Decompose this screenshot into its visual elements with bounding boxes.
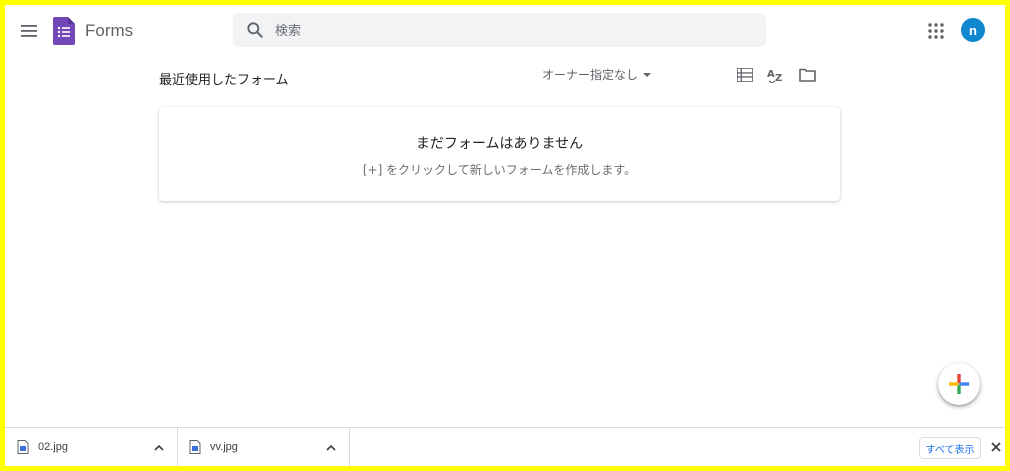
plus-icon xyxy=(949,374,969,394)
download-bar: 02.jpg vv.jpg すべて表示 xyxy=(5,427,1005,466)
hamburger-menu-icon[interactable] xyxy=(17,19,41,43)
svg-text:A: A xyxy=(767,69,775,80)
app-title[interactable]: Forms xyxy=(85,21,133,41)
owner-filter-label: オーナー指定なし xyxy=(542,68,639,82)
image-file-icon xyxy=(189,440,201,454)
dropdown-arrow-icon xyxy=(643,72,652,77)
owner-filter-dropdown[interactable]: オーナー指定なし xyxy=(542,66,652,83)
svg-text:Z: Z xyxy=(775,73,782,83)
app-window: Forms n 最近使用したフォーム オーナー指定なし xyxy=(5,5,1005,466)
image-file-icon xyxy=(17,440,29,454)
empty-state-card: まだフォームはありません [+] をクリックして新しいフォームを作成します。 xyxy=(159,107,840,201)
download-file-name: 02.jpg xyxy=(38,441,68,453)
account-avatar[interactable]: n xyxy=(961,18,985,42)
chevron-up-icon[interactable] xyxy=(325,442,337,454)
forms-logo-icon[interactable] xyxy=(53,17,75,50)
download-file-name: vv.jpg xyxy=(210,441,238,453)
list-view-icon[interactable] xyxy=(735,65,755,85)
apps-grid-icon[interactable] xyxy=(926,21,946,41)
download-item[interactable]: vv.jpg xyxy=(177,428,350,466)
create-form-button[interactable] xyxy=(938,363,980,405)
folder-icon[interactable] xyxy=(797,65,817,85)
search-icon[interactable] xyxy=(245,20,265,40)
sort-az-icon[interactable]: A Z xyxy=(766,65,786,85)
show-all-downloads-button[interactable]: すべて表示 xyxy=(919,437,981,459)
chevron-up-icon[interactable] xyxy=(153,442,165,454)
empty-state-subtitle: [+] をクリックして新しいフォームを作成します。 xyxy=(362,163,637,177)
close-icon[interactable] xyxy=(990,441,1002,453)
section-title: 最近使用したフォーム xyxy=(159,73,289,88)
empty-state-title: まだフォームはありません xyxy=(415,136,584,152)
download-item[interactable]: 02.jpg xyxy=(5,428,178,466)
search-bar xyxy=(233,13,766,49)
search-input[interactable] xyxy=(273,13,757,49)
top-bar: Forms n xyxy=(5,5,1005,57)
